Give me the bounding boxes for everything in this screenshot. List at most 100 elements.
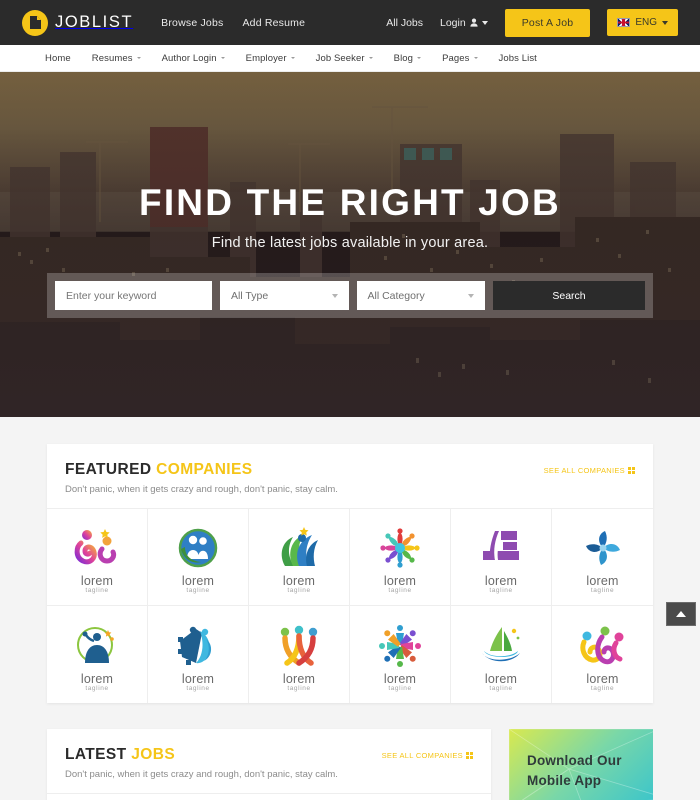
company-tagline: tagline bbox=[287, 684, 311, 692]
company-name: lorem bbox=[586, 574, 619, 588]
pink-green-people-icon bbox=[579, 622, 626, 670]
chevron-down-icon bbox=[468, 293, 474, 298]
see-all-companies-link[interactable]: SEE ALL COMPANIES bbox=[544, 466, 635, 475]
nav-item-resumes[interactable]: Resumes bbox=[92, 53, 141, 64]
nav-label: Pages bbox=[442, 52, 470, 64]
language-label: ENG bbox=[635, 17, 657, 28]
job-type-selected-value: All Type bbox=[231, 289, 269, 302]
nav-label: Employer bbox=[245, 52, 287, 64]
uk-flag-icon bbox=[617, 18, 631, 27]
leaf-person-star-icon bbox=[277, 524, 321, 572]
company-tagline: tagline bbox=[85, 684, 109, 692]
company-logo-grid: lorem tagline lorem tagline lorem taglin… bbox=[47, 508, 653, 703]
document-icon bbox=[22, 9, 48, 36]
nav-item-home[interactable]: Home bbox=[45, 53, 71, 64]
company-card[interactable]: lorem tagline bbox=[350, 509, 451, 606]
company-card[interactable]: lorem tagline bbox=[249, 509, 350, 606]
company-tagline: tagline bbox=[489, 587, 513, 594]
top-link-add-resume[interactable]: Add Resume bbox=[242, 17, 305, 29]
green-sailboat-wave-icon bbox=[478, 622, 524, 670]
login-label: Login bbox=[440, 16, 466, 29]
latest-jobs-section: LATEST JOBS Don't panic, when it gets cr… bbox=[47, 729, 491, 800]
language-selector[interactable]: ENG bbox=[607, 9, 678, 36]
nav-item-jobs-list[interactable]: Jobs List bbox=[499, 53, 537, 64]
job-category-select[interactable]: All Category bbox=[356, 281, 485, 310]
job-type-select[interactable]: All Type bbox=[220, 281, 349, 310]
company-tagline: tagline bbox=[388, 587, 412, 594]
content-container: FEATURED COMPANIES Don't panic, when it … bbox=[47, 444, 653, 800]
purple-blocks-figure-icon bbox=[479, 524, 523, 572]
chevron-down-icon bbox=[290, 57, 295, 59]
see-all-label: SEE ALL COMPANIES bbox=[543, 466, 625, 475]
top-quick-links: Browse Jobs Add Resume bbox=[161, 17, 305, 29]
see-all-jobs-link[interactable]: SEE ALL COMPANIES bbox=[382, 751, 473, 760]
top-link-browse-jobs[interactable]: Browse Jobs bbox=[161, 17, 223, 29]
company-tagline: tagline bbox=[388, 684, 412, 692]
app-promo-title-line2: Mobile App bbox=[527, 773, 602, 789]
company-name: lorem bbox=[181, 671, 215, 686]
scroll-to-top-button[interactable] bbox=[666, 602, 696, 626]
chevron-down-icon bbox=[662, 20, 668, 25]
hero-subtitle: Find the latest jobs available in your a… bbox=[211, 235, 489, 251]
app-promo-title-line1: Download Our bbox=[527, 753, 622, 768]
nav-item-author-login[interactable]: Author Login bbox=[162, 53, 225, 64]
nav-item-pages[interactable]: Pages bbox=[442, 52, 478, 64]
company-card[interactable]: lorem tagline bbox=[552, 606, 653, 703]
nav-label: Blog bbox=[393, 52, 414, 64]
people-circle-network-icon bbox=[377, 622, 423, 670]
gear-two-people-icon bbox=[176, 622, 220, 670]
search-button[interactable]: Search bbox=[493, 281, 645, 310]
top-header-bar: JOBLIST Browse Jobs Add Resume All Jobs … bbox=[0, 0, 700, 45]
orange-people-arch-icon bbox=[276, 622, 322, 670]
company-name: lorem bbox=[586, 671, 619, 686]
company-name: lorem bbox=[484, 671, 518, 686]
featured-companies-subtitle: Don't panic, when it gets crazy and roug… bbox=[65, 484, 338, 495]
company-card[interactable]: lorem tagline bbox=[451, 509, 552, 606]
nav-label: Home bbox=[45, 52, 71, 64]
company-card[interactable]: lorem tagline bbox=[148, 509, 249, 606]
latest-jobs-header: LATEST JOBS Don't panic, when it gets cr… bbox=[47, 729, 491, 793]
nav-item-employer[interactable]: Employer bbox=[246, 53, 295, 64]
company-name: lorem bbox=[282, 671, 316, 686]
brand-logo-link[interactable]: JOBLIST bbox=[22, 9, 133, 36]
circle-two-people-leaf-icon bbox=[176, 524, 220, 572]
company-tagline: tagline bbox=[85, 587, 109, 594]
nav-item-job-seeker[interactable]: Job Seeker bbox=[316, 53, 373, 64]
nav-item-blog[interactable]: Blog bbox=[393, 52, 422, 64]
post-a-job-button[interactable]: Post A Job bbox=[504, 8, 591, 37]
see-all-label: SEE ALL COMPANIES bbox=[381, 751, 463, 760]
company-tagline: tagline bbox=[186, 684, 210, 692]
grid-icon bbox=[628, 467, 635, 474]
company-card[interactable]: lorem tagline bbox=[47, 606, 148, 703]
page-body: FEATURED COMPANIES Don't panic, when it … bbox=[0, 417, 700, 800]
chevron-up-icon bbox=[676, 611, 686, 617]
company-card[interactable]: lorem tagline bbox=[249, 606, 350, 703]
company-card[interactable]: lorem tagline bbox=[451, 606, 552, 703]
job-list-item[interactable]: Accounting/Finance bbox=[47, 793, 491, 800]
company-card[interactable]: lorem tagline bbox=[552, 509, 653, 606]
mobile-app-promo-card: Download Our Mobile App Get it on Google… bbox=[509, 729, 653, 800]
company-name: lorem bbox=[383, 574, 417, 588]
search-keyword-input[interactable] bbox=[55, 281, 212, 310]
bottom-row: LATEST JOBS Don't panic, when it gets cr… bbox=[47, 729, 653, 800]
grid-icon bbox=[466, 752, 473, 759]
main-navigation: Home Resumes Author Login Employer Job S… bbox=[0, 45, 700, 72]
company-tagline: tagline bbox=[287, 587, 311, 594]
hero-section: FIND THE RIGHT JOB Find the latest jobs … bbox=[0, 72, 700, 417]
company-card[interactable]: lorem tagline bbox=[350, 606, 451, 703]
company-name: lorem bbox=[80, 574, 114, 588]
title-part-highlight: JOBS bbox=[131, 746, 176, 763]
company-card[interactable]: lorem tagline bbox=[47, 509, 148, 606]
featured-companies-header: FEATURED COMPANIES Don't panic, when it … bbox=[47, 444, 653, 508]
company-tagline: tagline bbox=[590, 684, 615, 692]
company-name: lorem bbox=[282, 574, 316, 588]
blue-swirl-pinwheel-icon bbox=[581, 524, 625, 572]
chevron-down-icon bbox=[368, 57, 373, 59]
top-link-all-jobs[interactable]: All Jobs bbox=[386, 17, 423, 29]
company-card[interactable]: lorem tagline bbox=[148, 606, 249, 703]
login-menu[interactable]: Login bbox=[440, 17, 488, 29]
circle-person-sparkle-icon bbox=[75, 622, 119, 670]
company-name: lorem bbox=[181, 574, 215, 588]
company-tagline: tagline bbox=[186, 587, 210, 594]
colorful-flower-people-icon bbox=[377, 524, 423, 572]
